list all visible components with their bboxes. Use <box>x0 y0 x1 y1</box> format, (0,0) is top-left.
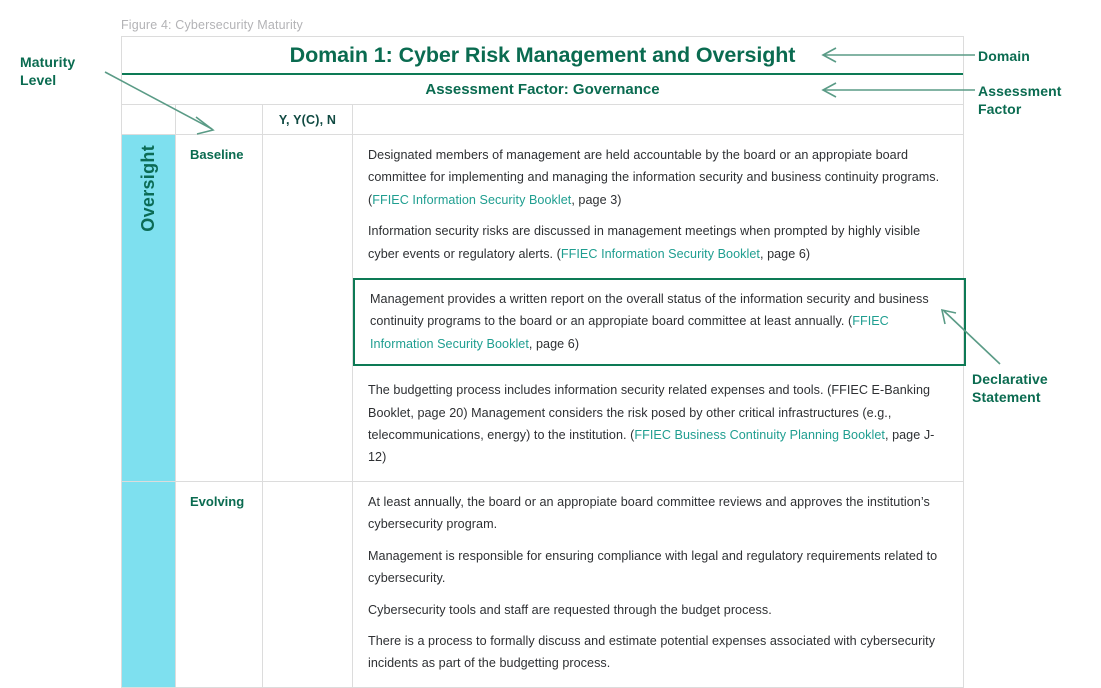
assessment-factor-row: Assessment Factor: Governance <box>122 75 963 105</box>
column-header-statements <box>352 105 963 134</box>
column-header-domain <box>122 105 175 134</box>
reference-link[interactable]: FFIEC Business Continuity Planning Bookl… <box>634 428 885 442</box>
annotation-maturity-level-line2: Level <box>20 71 75 89</box>
annotation-assessment-factor-line2: Factor <box>978 100 1062 118</box>
domain-header-row: Domain 1: Cyber Risk Management and Over… <box>122 37 963 75</box>
declarative-statement: At least annually, the board or an appro… <box>368 491 950 536</box>
statements-cell: Designated members of management are hel… <box>352 135 965 481</box>
table-body: Oversight Baseline Designated members of m… <box>122 135 963 687</box>
maturity-level-cell: Baseline <box>175 135 262 481</box>
cybersecurity-maturity-table: Domain 1: Cyber Risk Management and Over… <box>121 36 964 688</box>
domain-label-cell: Oversight <box>122 135 175 481</box>
reference-link[interactable]: FFIEC Information Security Booklet <box>372 193 571 207</box>
domain-label-cell <box>122 482 175 687</box>
response-cell[interactable] <box>262 135 352 481</box>
annotation-maturity-level-line1: Maturity <box>20 53 75 71</box>
column-header-row: Y, Y(C), N <box>122 105 963 135</box>
statement-text: , page 6) <box>529 337 579 351</box>
declarative-statement: Cybersecurity tools and staff are reques… <box>368 599 950 621</box>
annotation-declarative-line1: Declarative <box>972 370 1048 388</box>
column-header-maturity-level <box>175 105 262 134</box>
annotation-assessment-factor: Assessment Factor <box>978 82 1062 118</box>
response-options-label: Y, Y(C), N <box>279 113 336 127</box>
domain-vertical-label: Oversight <box>122 135 175 481</box>
statement-text: Management is responsible for ensuring c… <box>368 549 937 585</box>
maturity-level-label: Baseline <box>176 135 262 162</box>
domain-title: Domain 1: Cyber Risk Management and Over… <box>290 43 796 68</box>
statement-text: At least annually, the board or an appro… <box>368 495 930 531</box>
declarative-statement: The budgetting process includes informat… <box>368 379 952 469</box>
maturity-level-cell: Evolving <box>175 482 262 687</box>
statement-text: Cybersecurity tools and staff are reques… <box>368 603 772 617</box>
statements-cell: At least annually, the board or an appro… <box>352 482 963 687</box>
declarative-statement: Designated members of management are hel… <box>368 144 952 211</box>
annotation-declarative-statement: Declarative Statement <box>972 370 1048 406</box>
figure-caption: Figure 4: Cybersecurity Maturity <box>121 18 303 32</box>
declarative-statement: There is a process to formally discuss a… <box>368 630 950 675</box>
annotation-assessment-factor-line1: Assessment <box>978 82 1062 100</box>
statement-text: There is a process to formally discuss a… <box>368 634 935 670</box>
declarative-statement: Management is responsible for ensuring c… <box>368 545 950 590</box>
table-row: Oversight Baseline Designated members of m… <box>122 135 963 482</box>
reference-link[interactable]: FFIEC Information Security Booklet <box>561 247 760 261</box>
statement-text: , page 6) <box>760 247 810 261</box>
annotation-domain: Domain <box>978 47 1030 65</box>
statement-text: Management provides a written report on … <box>370 292 929 328</box>
declarative-statement: Information security risks are discussed… <box>368 220 952 265</box>
statement-list: Designated members of management are hel… <box>353 135 965 481</box>
assessment-factor-title: Assessment Factor: Governance <box>425 81 659 98</box>
response-cell[interactable] <box>262 482 352 687</box>
statement-list: At least annually, the board or an appro… <box>353 482 963 687</box>
column-header-response: Y, Y(C), N <box>262 105 352 134</box>
declarative-statement-highlighted: Management provides a written report on … <box>353 278 966 366</box>
annotation-maturity-level: Maturity Level <box>20 53 75 89</box>
annotation-declarative-line2: Statement <box>972 388 1048 406</box>
table-row: Evolving At least annually, the board or … <box>122 482 963 687</box>
domain-vertical-label-text: Oversight <box>138 145 159 232</box>
maturity-level-label: Evolving <box>176 482 262 509</box>
statement-text: , page 3) <box>571 193 621 207</box>
